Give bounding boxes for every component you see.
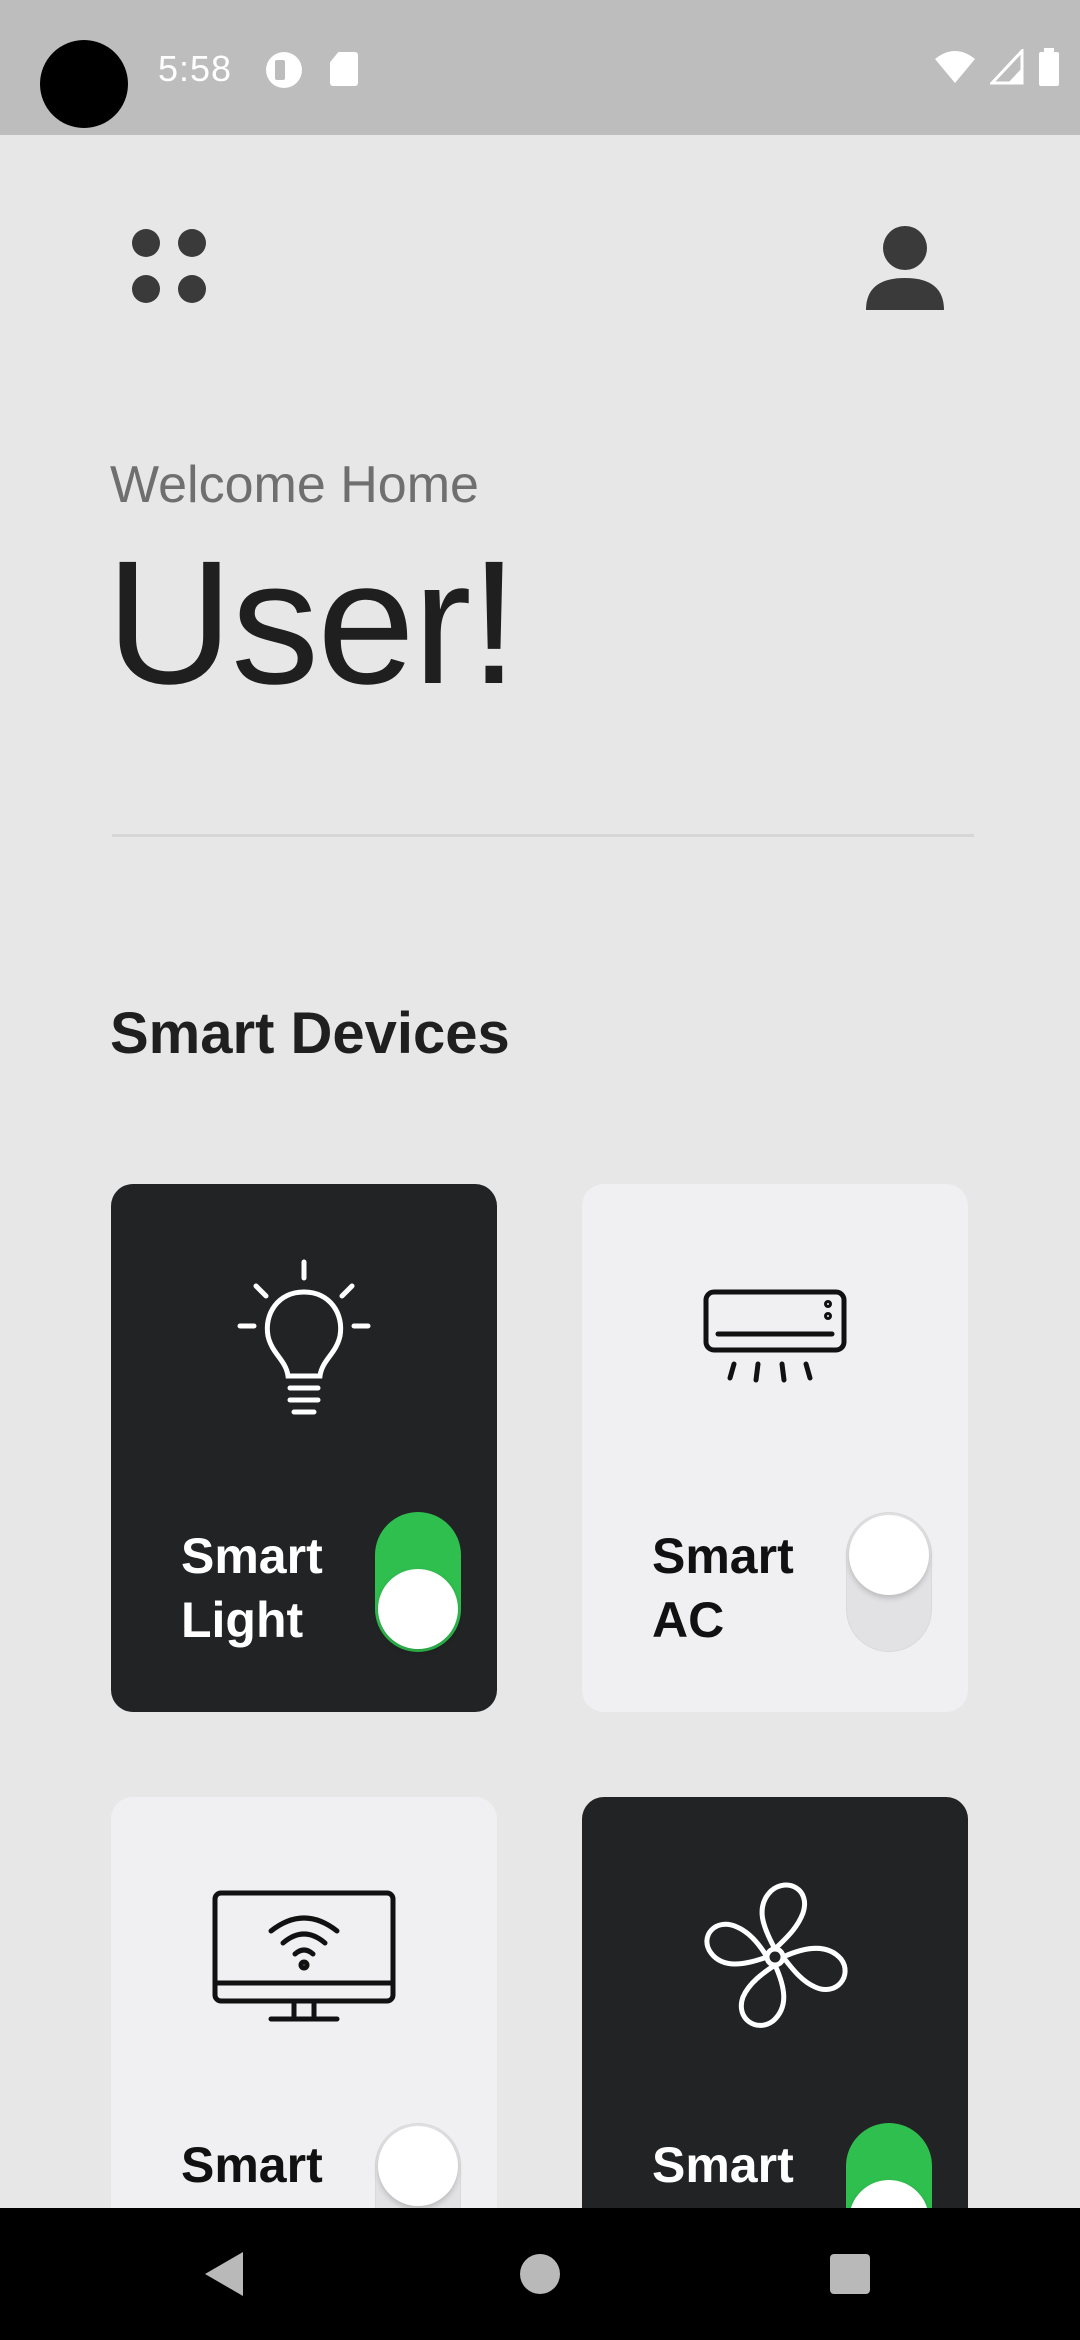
device-name-line1: Smart [181, 2137, 323, 2193]
divider [112, 834, 974, 837]
home-icon[interactable] [520, 2254, 560, 2294]
status-bar: 5:58 [0, 0, 1080, 135]
grid-menu-icon[interactable] [130, 225, 214, 309]
data-saver-icon [266, 52, 302, 88]
device-name: Smart AC [652, 1524, 794, 1652]
welcome-title: User! [106, 525, 518, 721]
smart-tv-icon [212, 1890, 396, 2022]
toggle-knob [849, 1515, 929, 1595]
device-card-smart-ac[interactable]: Smart AC [582, 1184, 968, 1712]
device-name-line2: Light [181, 1592, 304, 1648]
recents-icon[interactable] [830, 2254, 870, 2294]
device-name-line1: Smart [652, 1528, 794, 1584]
fan-icon [704, 1882, 848, 2028]
cell-signal-icon [990, 49, 1024, 85]
smart-light-toggle[interactable] [375, 1512, 461, 1652]
air-conditioner-icon [703, 1289, 847, 1383]
status-time: 5:58 [158, 48, 233, 89]
lightbulb-icon [237, 1259, 371, 1415]
smart-home-screen: 5:58 Welcome Home User! Smart Devices Sm… [0, 0, 1080, 2340]
battery-icon [1039, 48, 1059, 86]
toggle-knob [378, 1569, 458, 1649]
welcome-subtitle: Welcome Home [110, 456, 479, 514]
camera-cutout [40, 40, 128, 128]
smart-ac-toggle[interactable] [846, 1512, 932, 1652]
section-title: Smart Devices [110, 1001, 510, 1066]
device-name-line2: AC [652, 1592, 725, 1648]
toggle-knob [378, 2126, 458, 2206]
device-name-line1: Smart [652, 2137, 794, 2193]
wifi-icon [935, 51, 975, 83]
back-icon[interactable] [205, 2252, 243, 2296]
person-icon[interactable] [860, 222, 950, 312]
device-card-smart-light[interactable]: Smart Light [111, 1184, 497, 1712]
status-icons [934, 48, 1060, 86]
sd-card-icon [330, 52, 358, 86]
device-name: Smart Light [181, 1524, 323, 1652]
navigation-bar [0, 2208, 1080, 2340]
device-name-line1: Smart [181, 1528, 323, 1584]
